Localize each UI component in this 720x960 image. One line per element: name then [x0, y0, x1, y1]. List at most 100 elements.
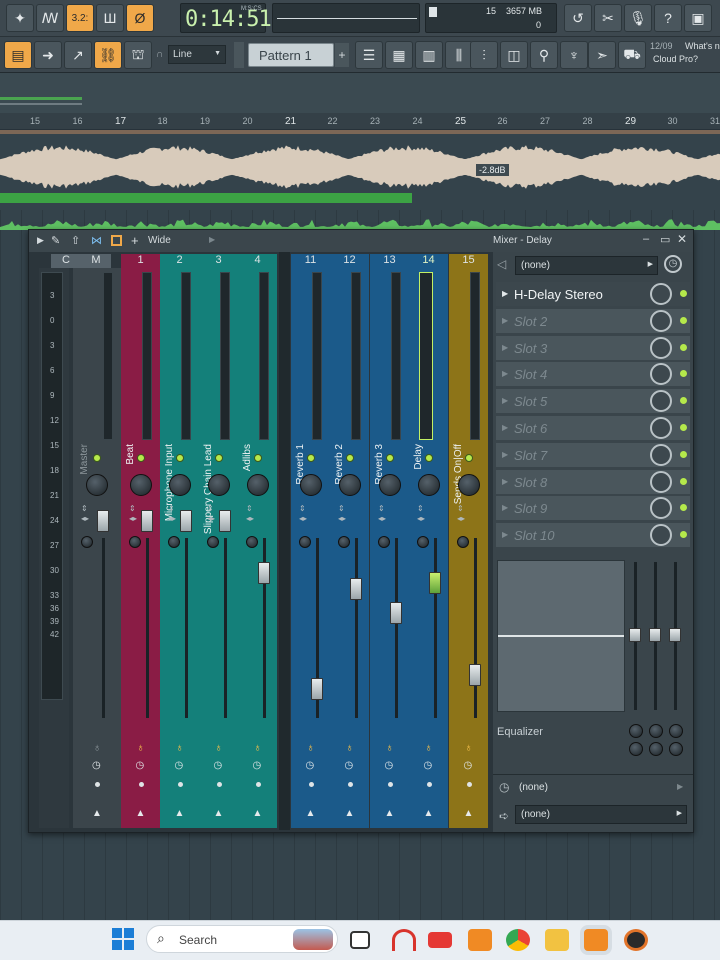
minimize-icon[interactable]: – [643, 233, 649, 245]
stamp-icon[interactable]: ⛫ [124, 41, 152, 69]
slot-menu-icon[interactable]: ▶ [502, 369, 508, 378]
maximize-icon[interactable]: ▭ [660, 233, 670, 246]
pan-knob[interactable] [378, 474, 401, 496]
pan-knob[interactable] [207, 474, 230, 496]
route-arrow-icon[interactable]: ▲ [253, 808, 263, 819]
slot-menu-icon[interactable]: ▶ [502, 343, 508, 352]
mixer-strip[interactable]: Slippery Chain Lead⇕ ◂▸♁◷▲ [199, 268, 238, 828]
channel-enable-led[interactable] [253, 454, 262, 462]
stereo-knob[interactable] [338, 536, 350, 548]
route-dot[interactable] [387, 782, 393, 787]
channel-enable-led[interactable] [424, 454, 433, 462]
slot-menu-icon[interactable]: ▶ [502, 316, 508, 325]
news-panel[interactable]: 12/09 What's n Cloud Pro? [650, 41, 720, 69]
input-routing-value[interactable]: (none) [519, 782, 548, 793]
piano-roll-icon[interactable]: ▦ [385, 41, 413, 69]
record-arm-icon[interactable]: ♁ [346, 742, 354, 754]
input-routing-arrow-icon[interactable]: ▶ [677, 782, 683, 791]
channel-number[interactable]: C [51, 254, 81, 268]
tempo-icon[interactable]: ♆ [560, 41, 588, 69]
route-dot[interactable] [347, 782, 353, 787]
slot-mix-knob[interactable] [650, 363, 672, 386]
speaker-icon[interactable]: ➣ [588, 41, 616, 69]
stereo-separation-icon[interactable]: ⇕ ◂▸ [129, 504, 137, 524]
record-arm-icon[interactable]: ♁ [254, 742, 262, 754]
pan-knob[interactable] [417, 474, 440, 496]
stereo-separation-icon[interactable]: ⇕ ◂▸ [81, 504, 89, 524]
channel-name[interactable]: Master [79, 444, 90, 475]
stereo-separation-icon[interactable]: ⇕ ◂▸ [168, 504, 176, 524]
mixer-strip[interactable]: Reverb 1 ⇕ ◂▸ ♁ ◷ ▲ [291, 268, 330, 828]
stereo-separation-icon[interactable]: ⇕ ◂▸ [246, 504, 254, 524]
latency-clock-icon[interactable]: ◷ [306, 760, 315, 771]
plugin-icon[interactable]: ⚲ [530, 41, 558, 69]
shop-icon[interactable]: ⛟ [618, 41, 646, 69]
typing-keyboard-button[interactable]: 3.2: [66, 4, 94, 32]
pan-knob[interactable] [86, 474, 108, 496]
route-arrow-icon[interactable]: ▲ [345, 808, 355, 819]
preset-select[interactable]: (none) ▶ [515, 256, 658, 275]
windows-start-icon[interactable] [112, 928, 134, 950]
eq-gain-fader[interactable] [649, 628, 661, 642]
channel-enable-led[interactable] [214, 454, 223, 462]
eq-graph[interactable] [497, 560, 625, 712]
mixer-strip[interactable]: Reverb 2 ⇕ ◂▸ ♁ ◷ ▲ [330, 268, 369, 828]
slot-menu-icon[interactable]: ▶ [502, 530, 508, 539]
slot-enable-led[interactable] [680, 290, 687, 297]
channel-number[interactable]: M [81, 254, 111, 268]
channel-number[interactable]: 2 [160, 254, 199, 268]
volume-fader[interactable] [179, 510, 192, 532]
channel-enable-led[interactable] [136, 454, 145, 462]
volume-fader[interactable] [310, 678, 323, 700]
channel-number[interactable]: 14 [409, 254, 448, 268]
slot-mix-knob[interactable] [650, 524, 672, 547]
eq-knob[interactable] [669, 724, 683, 738]
slot-menu-icon[interactable]: ▶ [502, 396, 508, 405]
stereo-knob[interactable] [168, 536, 180, 548]
stereo-separation-icon[interactable]: ⇕ ◂▸ [457, 504, 465, 524]
slot-mix-knob[interactable] [650, 390, 672, 413]
effect-slot[interactable]: ▶ H-Delay Stereo [496, 282, 690, 307]
channel-name[interactable]: Beat [125, 444, 136, 465]
pan-knob[interactable] [168, 474, 191, 496]
channel-enable-led[interactable] [385, 454, 394, 462]
route-dot[interactable] [426, 782, 432, 787]
latency-clock-icon[interactable]: ◷ [345, 760, 354, 771]
slot-enable-led[interactable] [680, 531, 687, 539]
channel-number[interactable]: 11 [291, 254, 330, 268]
effect-slot[interactable]: ▶ Slot 9 [496, 496, 690, 522]
mixer-alt-icon[interactable]: ⫶ [470, 41, 498, 69]
slot-enable-led[interactable] [680, 504, 687, 512]
slot-menu-icon[interactable]: ▶ [502, 450, 508, 459]
eq-knob[interactable] [629, 742, 643, 756]
slot-mix-knob[interactable] [650, 443, 672, 466]
stereo-knob[interactable] [299, 536, 311, 548]
route-arrow-icon[interactable]: ▲ [92, 808, 102, 819]
latency-clock-icon[interactable]: ◷ [464, 760, 473, 771]
volume-fader[interactable] [97, 510, 109, 532]
slot-mix-knob[interactable] [650, 309, 672, 332]
mixer-strip[interactable]: Sends On|Off ⇕ ◂▸ ♁ ◷ ▲ [449, 268, 488, 828]
latency-clock-icon[interactable]: ◷ [253, 760, 262, 771]
route-dot[interactable] [95, 782, 100, 787]
mixer-strip[interactable]: Adlibs ⇕ ◂▸ ♁ ◷ ▲ [238, 268, 277, 828]
slot-menu-icon[interactable]: ▶ [502, 289, 508, 298]
channel-number[interactable]: 1 [121, 254, 160, 268]
slot-enable-led[interactable] [680, 316, 687, 324]
volume-fader[interactable] [140, 510, 153, 532]
pan-knob[interactable] [246, 474, 269, 496]
record-arm-icon[interactable]: ♁ [93, 742, 101, 754]
mixer-strip[interactable]: Beat ⇕ ◂▸ ♁ ◷ ▲ [121, 268, 160, 828]
automation-clip[interactable] [0, 193, 412, 203]
route-arrow-icon[interactable]: ▲ [175, 808, 185, 819]
stereo-knob[interactable] [246, 536, 258, 548]
latency-clock-icon[interactable]: ◷ [424, 760, 433, 771]
pan-knob[interactable] [299, 474, 322, 496]
mixer-strip[interactable]: Microphone Input ⇕ ◂▸ ♁ ◷ ▲ [160, 268, 199, 828]
record-arm-icon[interactable]: ♁ [425, 742, 433, 754]
close-icon[interactable]: ✕ [677, 232, 687, 246]
record-arm-icon[interactable]: ♁ [386, 742, 394, 754]
channel-enable-led[interactable] [175, 454, 184, 462]
timeline-ruler[interactable]: 15 16 17 18 19 20 21 22 23 24 25 26 27 28 29 30 31 [0, 113, 720, 130]
channel-number[interactable]: 12 [330, 254, 369, 268]
